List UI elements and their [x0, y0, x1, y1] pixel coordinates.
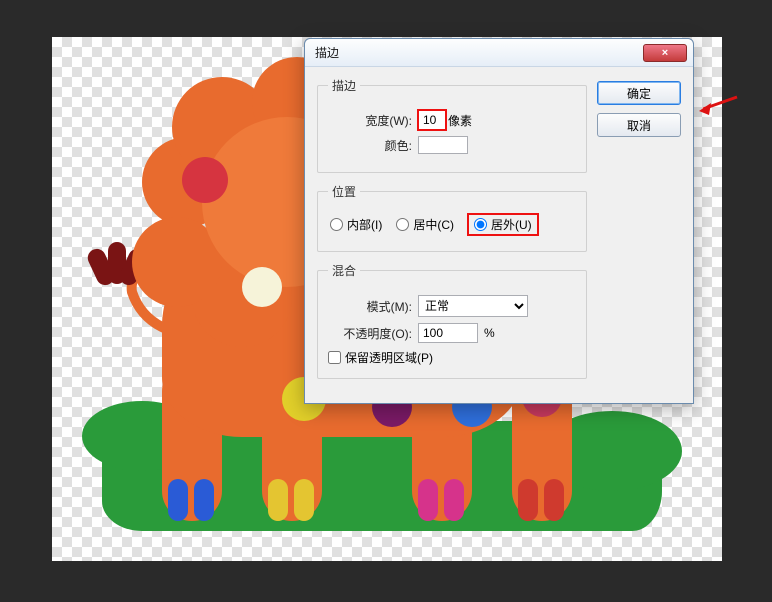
mode-select[interactable]: 正常	[418, 295, 528, 317]
position-legend: 位置	[328, 183, 360, 200]
width-input[interactable]	[418, 110, 446, 130]
position-inside[interactable]: 内部(I)	[330, 216, 382, 233]
preserve-transparency-checkbox[interactable]: 保留透明区域(P)	[328, 349, 576, 366]
position-group: 位置 内部(I) 居中(C) 居外(U)	[317, 183, 587, 252]
opacity-unit: %	[484, 326, 495, 340]
position-outside[interactable]: 居外(U)	[468, 214, 538, 235]
stroke-group: 描边 宽度(W): 像素 颜色:	[317, 77, 587, 173]
position-center[interactable]: 居中(C)	[396, 216, 454, 233]
opacity-label: 不透明度(O):	[328, 325, 418, 342]
blend-group: 混合 模式(M): 正常 不透明度(O): % 保留透明区域(P)	[317, 262, 587, 379]
width-unit: 像素	[448, 112, 472, 129]
color-label: 颜色:	[328, 137, 418, 154]
close-button[interactable]: ×	[643, 44, 687, 62]
dialog-title: 描边	[315, 44, 643, 61]
opacity-input[interactable]	[418, 323, 478, 343]
close-icon: ×	[662, 47, 668, 59]
stroke-legend: 描边	[328, 77, 360, 94]
dialog-titlebar[interactable]: 描边 ×	[305, 39, 693, 67]
stroke-dialog: 描边 × 描边 宽度(W): 像素 颜色: 位置 内部(I)	[304, 38, 694, 404]
color-swatch[interactable]	[418, 136, 468, 154]
width-label: 宽度(W):	[328, 112, 418, 129]
mode-label: 模式(M):	[328, 298, 418, 315]
cancel-button[interactable]: 取消	[597, 113, 681, 137]
blend-legend: 混合	[328, 262, 360, 279]
ok-button[interactable]: 确定	[597, 81, 681, 105]
